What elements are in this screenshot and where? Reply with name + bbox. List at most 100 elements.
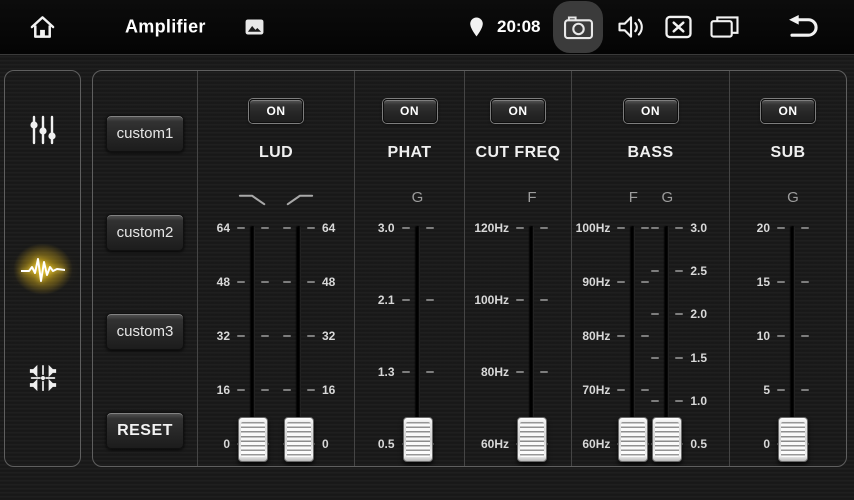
tick-mark	[261, 335, 269, 337]
channel-name: PHAT	[355, 144, 464, 162]
scale-label: 0	[763, 437, 770, 451]
scale-label: 0	[322, 437, 329, 451]
scale-label: 2.0	[690, 307, 707, 321]
fader: 644832160	[282, 186, 346, 466]
volume-button[interactable]	[617, 16, 646, 39]
tick-mark	[651, 270, 659, 272]
fader-trackzone	[776, 186, 810, 466]
main-panel: custom1 custom2 custom3 RESET ON LUD 64483…	[92, 70, 847, 467]
scale-label: 1.5	[690, 351, 707, 365]
channel-lud: ONLUD644832160644832160	[197, 71, 354, 466]
tick-mark	[261, 227, 269, 229]
scale-label: 64	[322, 221, 335, 235]
tick-mark	[651, 227, 659, 229]
waveform-icon	[21, 252, 65, 286]
tick-mark	[402, 371, 410, 373]
channel-name: SUB	[730, 144, 846, 162]
fader-handle[interactable]	[238, 417, 268, 462]
scale-label: 1.0	[690, 394, 707, 408]
tick-mark	[237, 389, 245, 391]
tick-mark	[237, 281, 245, 283]
home-button[interactable]	[29, 15, 56, 40]
tick-mark	[540, 371, 548, 373]
channel-name: LUD	[198, 144, 354, 162]
gps-status	[469, 17, 484, 38]
close-icon	[665, 16, 692, 39]
fader-handle[interactable]	[778, 417, 808, 462]
status-bar: Amplifier 20:08	[0, 0, 854, 55]
tick-mark	[777, 389, 785, 391]
scale-label: 80Hz	[582, 329, 610, 343]
fader-trackzone	[650, 186, 684, 466]
tick-mark	[651, 400, 659, 402]
tick-mark	[237, 227, 245, 229]
scale-label: 100Hz	[576, 221, 611, 235]
tick-mark	[675, 227, 683, 229]
fader-handle[interactable]	[517, 417, 547, 462]
faders: F120Hz100Hz80Hz60Hz	[465, 186, 571, 466]
tick-mark	[641, 227, 649, 229]
back-button[interactable]	[785, 14, 824, 41]
equalizer-icon	[28, 115, 58, 145]
scale-label: 1.3	[378, 365, 395, 379]
channel-name: BASS	[572, 144, 729, 162]
fader-trackzone	[401, 186, 435, 466]
tick-mark	[777, 281, 785, 283]
sidebar-item-equalizer[interactable]	[5, 114, 80, 146]
scale-label: 10	[757, 329, 770, 343]
tick-mark	[283, 335, 291, 337]
camera-button[interactable]	[553, 1, 603, 53]
faders: 644832160644832160	[198, 186, 354, 466]
scale-label: 32	[217, 329, 230, 343]
tick-mark	[801, 281, 809, 283]
fader-handle[interactable]	[652, 417, 682, 462]
tick-mark	[777, 227, 785, 229]
recent-apps-button[interactable]	[709, 15, 740, 40]
page-title: Amplifier	[125, 17, 206, 38]
scale-label: 32	[322, 329, 335, 343]
tick-mark	[426, 227, 434, 229]
back-icon	[785, 14, 824, 41]
fader: F100Hz90Hz80Hz70Hz60Hz	[572, 186, 650, 466]
tick-mark	[801, 335, 809, 337]
scale-label: 0.5	[378, 437, 395, 451]
tick-mark	[540, 227, 548, 229]
tick-mark	[617, 335, 625, 337]
scale-label: 0	[223, 437, 230, 451]
tick-mark	[516, 227, 524, 229]
sidebar	[4, 70, 81, 467]
on-button-lud[interactable]: ON	[249, 99, 303, 123]
on-button-cut-freq[interactable]: ON	[491, 99, 545, 123]
location-icon	[469, 17, 484, 38]
image-button[interactable]	[245, 19, 264, 35]
fader-trackzone	[616, 186, 650, 466]
preset-button-custom3[interactable]: custom3	[106, 313, 184, 350]
tick-mark	[402, 227, 410, 229]
tick-mark	[651, 313, 659, 315]
recents-icon	[709, 15, 740, 40]
on-button-bass[interactable]: ON	[624, 99, 678, 123]
tick-mark	[516, 299, 524, 301]
tick-mark	[801, 227, 809, 229]
fader-trackzone	[515, 186, 549, 466]
reset-button[interactable]: RESET	[106, 412, 184, 449]
sidebar-item-balance[interactable]	[5, 362, 80, 394]
tick-mark	[307, 335, 315, 337]
tick-mark	[641, 281, 649, 283]
fader-handle[interactable]	[403, 417, 433, 462]
scale-label: 16	[217, 383, 230, 397]
on-button-phat[interactable]: ON	[383, 99, 437, 123]
fader-handle[interactable]	[284, 417, 314, 462]
sidebar-item-sound-effects[interactable]	[5, 249, 80, 289]
tick-mark	[426, 371, 434, 373]
tick-mark	[801, 389, 809, 391]
channel-phat: ONPHATG3.02.11.30.5	[354, 71, 464, 466]
tick-mark	[641, 389, 649, 391]
close-app-button[interactable]	[665, 16, 692, 39]
preset-button-custom2[interactable]: custom2	[106, 214, 184, 251]
preset-button-custom1[interactable]: custom1	[106, 115, 184, 152]
tick-mark	[283, 281, 291, 283]
tick-mark	[283, 389, 291, 391]
on-button-sub[interactable]: ON	[761, 99, 815, 123]
fader-handle[interactable]	[618, 417, 648, 462]
